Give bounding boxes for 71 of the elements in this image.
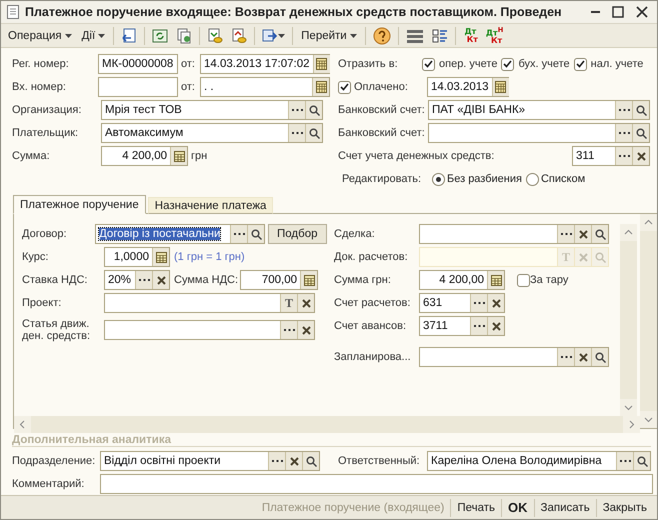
field-label: Ответственный: (338, 455, 421, 467)
input-field[interactable]: 14.03.2013 (427, 77, 509, 97)
field-label: от: (181, 81, 196, 93)
radio-button[interactable]: Списком (526, 172, 586, 186)
tab[interactable]: Платежное поручение (13, 195, 146, 214)
input-field[interactable]: 311 (572, 146, 650, 166)
field-label: Сумма: (12, 150, 51, 162)
input-field[interactable]: T (104, 293, 315, 313)
menu-button[interactable]: Операция (4, 28, 76, 44)
field-label: Оплачено: (354, 81, 409, 93)
field-label: Запланирова... (334, 351, 412, 363)
field-label: Ставка НДС: (22, 274, 88, 286)
radio-button[interactable]: Без разбиения (432, 172, 522, 186)
field-label: бух. учете (518, 58, 570, 70)
field-label: Редактировать: (342, 173, 422, 185)
field-label: Счет авансов: (334, 320, 408, 332)
window-title: Платежное поручение входящее: Возврат денежных средств поставщиком. Проведен (25, 5, 563, 19)
field-label: Курс: (22, 251, 50, 263)
input-field[interactable]: 1,0000 (104, 247, 170, 267)
field-label: Банковский счет: (338, 104, 426, 116)
text-type-button[interactable]: T (280, 294, 297, 312)
field-label: Отразить в: (338, 58, 399, 70)
input-field[interactable]: Кареліна Олена Володимирівна (427, 451, 651, 471)
pick-button[interactable]: Подбор (268, 224, 326, 244)
field-label: опер. учете (439, 58, 498, 70)
input-field[interactable]: Договір із постачальни (95, 224, 265, 244)
field-label: от: (181, 58, 196, 70)
input-field[interactable]: 14.03.2013 17:07:02 (200, 54, 330, 74)
field-label: Док. расчетов: (334, 251, 409, 263)
goto-menu[interactable]: Перейти (297, 28, 361, 44)
input-field[interactable]: Мрія тест ТОВ (101, 100, 323, 120)
field-label: Банковский счет: (338, 127, 426, 139)
field-label: нал. учете (590, 58, 644, 70)
input-field[interactable]: 4 200,00 (101, 146, 188, 166)
field-label: Сделка: (334, 228, 376, 240)
rate-note: (1 грн = 1 грн) (174, 251, 245, 263)
field-label: Вх. номер: (12, 81, 67, 93)
field-label: Сумма грн: (334, 274, 392, 286)
field-label: Комментарий: (12, 478, 86, 490)
input-field[interactable]: 631 (419, 293, 505, 313)
field-label: Счет расчетов: (334, 297, 412, 309)
field-label: За тару (530, 274, 570, 286)
tab[interactable]: Назначение платежа (148, 197, 274, 214)
document-type: Платежное поручение (входящее) (260, 502, 446, 514)
debit-credit-button[interactable]: Дт$^{Н}$ Кт (482, 26, 506, 46)
input-field[interactable]: МК-00000008 (98, 54, 178, 74)
menu-button[interactable]: Дії (78, 28, 110, 44)
field-label: Сумма НДС: (174, 274, 236, 286)
input-field[interactable]: 700,00 (240, 270, 318, 290)
field-label: Статья движ. ден. средств: (22, 318, 92, 342)
input-field[interactable]: Відділ освітні проекти (100, 451, 320, 471)
field-label: Счет учета денежных средств: (338, 150, 496, 162)
field-label: Рег. номер: (12, 58, 70, 70)
footer-button[interactable]: Печать (450, 498, 502, 516)
footer-button[interactable]: Закрыть (596, 498, 653, 516)
field-label: грн (191, 150, 208, 162)
section-title: Дополнительная аналитика (11, 434, 172, 446)
field-label: Проект: (22, 297, 62, 309)
input-field[interactable]: 20% (104, 270, 170, 290)
input-field[interactable]: 4 200,00 (419, 270, 505, 290)
field-label: Подразделение: (12, 455, 96, 467)
input-field[interactable]: ПАТ «ДІВІ БАНК» (428, 100, 650, 120)
field-label: Договор: (22, 228, 68, 240)
footer-button[interactable]: Записать (534, 498, 596, 516)
input-field[interactable]: 3711 (419, 316, 505, 336)
field-label: Плательщик: (12, 127, 80, 139)
input-field[interactable]: . . (200, 77, 330, 97)
debit-credit-button[interactable]: Дт Кт (460, 28, 481, 44)
input-field[interactable]: Автомаксимум (101, 123, 323, 143)
footer-button[interactable]: OK (501, 498, 534, 516)
field-label: Организация: (12, 104, 82, 116)
